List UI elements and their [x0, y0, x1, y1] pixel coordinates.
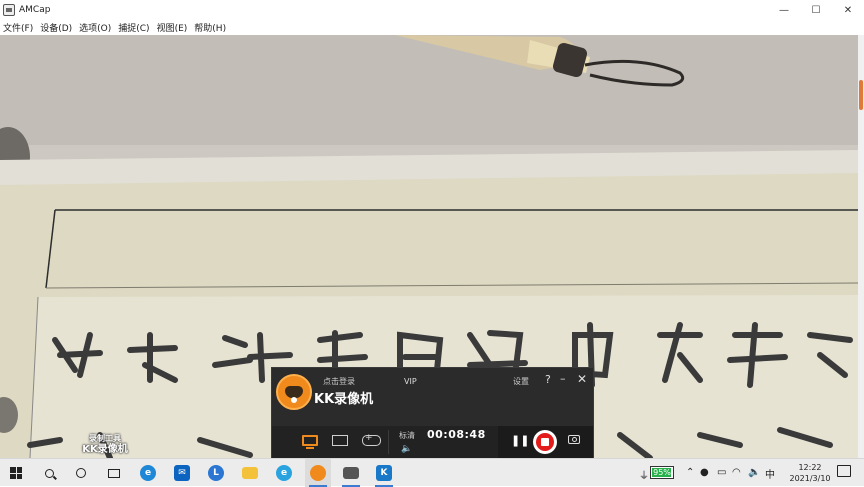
search-icon: [44, 468, 54, 478]
wifi-icon[interactable]: ◠: [732, 467, 741, 478]
volume-icon[interactable]: 🔈: [401, 444, 412, 454]
vertical-scrollbar[interactable]: [858, 35, 864, 458]
input-language[interactable]: 中: [765, 466, 775, 481]
recording-timer: 00:08:48: [427, 428, 486, 441]
task-view-button[interactable]: [103, 459, 125, 487]
qq-penguin-icon[interactable]: ●: [700, 467, 709, 478]
menu-capture[interactable]: 捕捉(C): [115, 21, 153, 34]
kk-minimize-button[interactable]: –: [560, 372, 566, 385]
clock-date: 2021/3/10: [789, 474, 831, 483]
title-bar: AMCap — ☐ ✕: [0, 0, 864, 20]
kk-icon: K: [376, 465, 392, 481]
clock-time: 12:22: [798, 463, 822, 472]
taskbar-app-explorer[interactable]: [238, 459, 262, 487]
minimize-button[interactable]: —: [768, 0, 800, 20]
task-view-icon: [108, 468, 120, 478]
recording-controls: ❚❚: [498, 426, 593, 458]
window-mode-icon[interactable]: [332, 435, 350, 449]
kk-app-name: KK录像机: [314, 392, 374, 407]
scrollbar-thumb[interactable]: [859, 80, 863, 110]
window-title: AMCap: [19, 5, 51, 15]
windows-taskbar: e ✉ L e K ⏚ 95% ⌃ ● ▭ ◠ 🔈 中 12:22 2021/3…: [0, 458, 864, 487]
watermark-line1: 录制工具: [89, 434, 121, 443]
help-button[interactable]: ?: [545, 373, 551, 386]
chevron-up-icon[interactable]: ⌃: [686, 467, 694, 478]
browser-icon: e: [276, 465, 292, 481]
edge-icon: e: [140, 465, 156, 481]
folder-icon: [242, 467, 258, 479]
recorder-watermark: 录制工具 KK录像机: [70, 433, 140, 455]
kk-recorder-icon: [310, 465, 326, 481]
taskbar-app-mail[interactable]: ✉: [170, 459, 194, 487]
speaker-icon[interactable]: 🔈: [748, 467, 760, 478]
battery-percent: 95%: [653, 468, 671, 477]
menu-device[interactable]: 设备(D): [37, 21, 76, 34]
taskbar-clock[interactable]: 12:22 2021/3/10: [786, 462, 834, 484]
screenshot-camera-icon[interactable]: [568, 435, 580, 444]
menu-file[interactable]: 文件(F): [0, 21, 37, 34]
taskbar-app-edge[interactable]: e: [136, 459, 160, 487]
taskbar-app-kk[interactable]: K: [371, 459, 397, 487]
mail-icon: ✉: [174, 465, 190, 481]
power-plug-icon[interactable]: ⏚: [639, 467, 649, 482]
login-link[interactable]: 点击登录: [323, 376, 355, 387]
kk-close-button[interactable]: ✕: [577, 372, 587, 386]
taskbar-app-browser[interactable]: e: [272, 459, 296, 487]
start-button[interactable]: [4, 459, 28, 487]
kk-control-bar: 标清 00:08:48 🔈 ❚❚: [272, 426, 593, 458]
window-controls: — ☐ ✕: [768, 0, 864, 20]
windows-logo-icon: [10, 467, 22, 479]
amcap-app-icon: [3, 4, 15, 16]
game-mode-icon[interactable]: [362, 433, 382, 449]
divider: [388, 430, 389, 454]
taskbar-app-kk-recorder[interactable]: [305, 459, 331, 487]
stop-record-button[interactable]: [533, 430, 557, 454]
menu-bar: 文件(F) 设备(D) 选项(O) 捕捉(C) 视图(E) 帮助(H): [0, 20, 864, 35]
taskbar-app-amcap[interactable]: [338, 459, 364, 487]
vip-badge[interactable]: VIP: [404, 377, 417, 386]
screen-mode-icon[interactable]: [302, 435, 320, 449]
display-icon[interactable]: ▭: [717, 467, 726, 478]
camera-icon: [343, 467, 359, 479]
battery-indicator[interactable]: 95%: [650, 466, 674, 479]
watermark-line2: KK录像机: [82, 444, 128, 455]
menu-view[interactable]: 视图(E): [154, 21, 192, 34]
lync-icon: L: [208, 465, 224, 481]
settings-button[interactable]: 设置: [513, 376, 529, 387]
menu-help[interactable]: 帮助(H): [191, 21, 230, 34]
kk-recorder-panel: 点击登录 VIP 设置 ? – ✕ KK录像机 标清 00:08:48 🔈 ❚❚: [271, 367, 594, 458]
quality-selector[interactable]: 标清: [399, 430, 415, 441]
menu-options[interactable]: 选项(O): [76, 21, 115, 34]
cortana-button[interactable]: [70, 459, 92, 487]
search-button[interactable]: [37, 459, 61, 487]
taskbar-app-lync[interactable]: L: [204, 459, 228, 487]
close-button[interactable]: ✕: [832, 0, 864, 20]
kk-avatar-icon[interactable]: [276, 374, 312, 410]
maximize-button[interactable]: ☐: [800, 0, 832, 20]
pause-button[interactable]: ❚❚: [511, 434, 529, 447]
cortana-icon: [76, 468, 86, 478]
notification-icon[interactable]: [837, 465, 851, 477]
